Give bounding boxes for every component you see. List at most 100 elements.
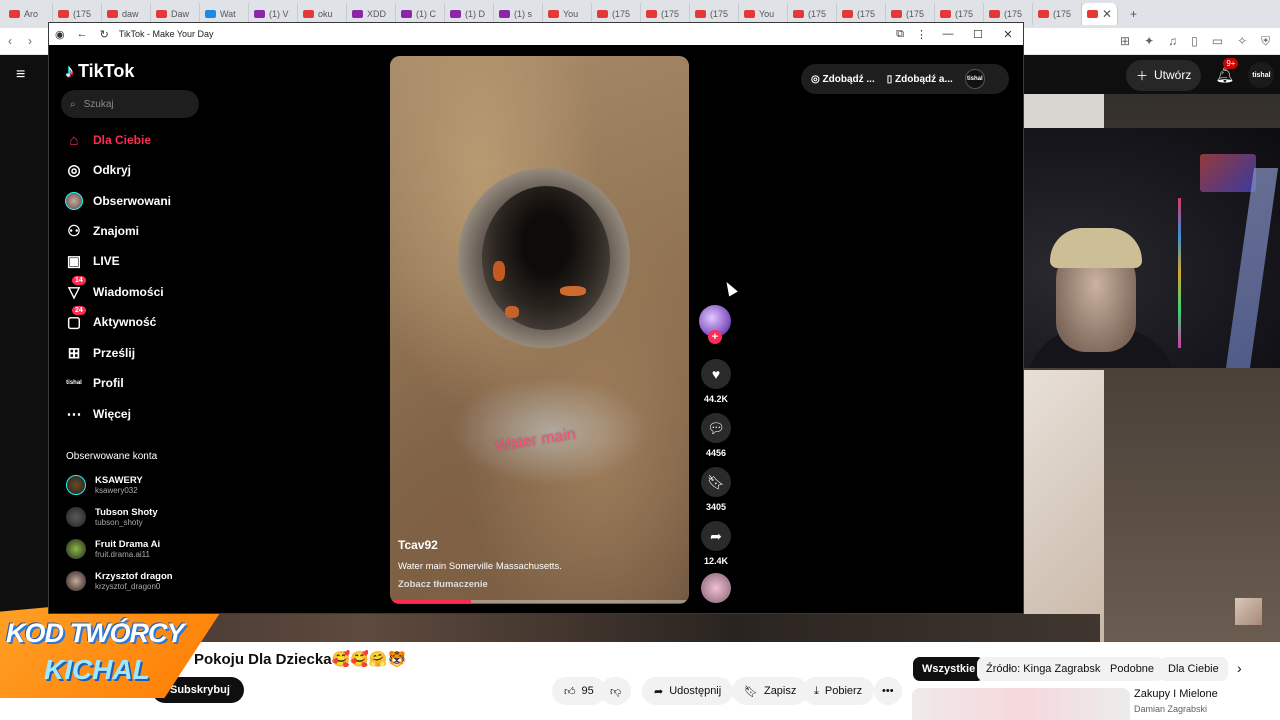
recommended-title[interactable]: Zakupy I Mielone bbox=[1134, 688, 1218, 700]
tab-label: (175 bbox=[1004, 9, 1023, 19]
browser-tab-active[interactable]: ✕ bbox=[1082, 3, 1118, 25]
followed-account[interactable]: Fruit Drama Ai fruit.drama.ai11 bbox=[66, 535, 160, 563]
tiktok-logo[interactable]: ♪ TikTok bbox=[65, 61, 134, 82]
back-icon[interactable]: ‹ bbox=[8, 34, 12, 48]
share-button[interactable]: ➦ Udostępnij bbox=[642, 677, 734, 705]
create-button[interactable]: ＋ Utwórz bbox=[1126, 59, 1202, 91]
notifications-button[interactable]: 🔔︎ 9+ bbox=[1215, 58, 1239, 84]
tiktok-top-actions: ◎ Zdobądź ... ▯ Zdobądź a... tishal bbox=[801, 64, 1009, 94]
close-button[interactable]: ✕ bbox=[993, 28, 1023, 41]
extension-icon[interactable]: ✦ bbox=[1144, 34, 1154, 49]
webcam-light-bar bbox=[1225, 168, 1279, 368]
share-count: 12.4K bbox=[703, 556, 729, 566]
account-avatar bbox=[66, 539, 86, 559]
nav-label: Wiadomości bbox=[93, 285, 164, 299]
heart-icon: ♥ bbox=[711, 366, 721, 382]
tab-label: (175 bbox=[73, 9, 92, 19]
filter-chip[interactable]: Wszystkie bbox=[913, 657, 985, 681]
kebab-menu-icon[interactable]: ⋮ bbox=[916, 28, 927, 41]
nav-item-live[interactable]: ▣ LIVE bbox=[65, 249, 120, 273]
rust-patch bbox=[493, 261, 505, 281]
browser-tab[interactable]: (175 bbox=[1033, 3, 1082, 25]
nav-item-more[interactable]: ⋯ Więcej bbox=[65, 402, 131, 426]
nav-label: Znajomi bbox=[93, 224, 140, 238]
download-button[interactable]: ⤓ Pobierz bbox=[802, 677, 875, 705]
wallet-icon[interactable]: ▭ bbox=[1212, 34, 1223, 49]
nav-item-activity[interactable]: ▢ 24 Aktywność bbox=[65, 306, 156, 334]
translate-icon[interactable]: ⊞ bbox=[1120, 34, 1130, 49]
music-disc[interactable] bbox=[701, 573, 731, 603]
tiktok-popup-window: ◉ ← ↻ TikTok - Make Your Day ⧉ ⋮ — ☐ ✕ ♪… bbox=[48, 22, 1024, 614]
browser-tab[interactable]: Aro bbox=[4, 3, 53, 25]
tab-favicon bbox=[205, 10, 216, 18]
favorite-button[interactable]: 🔖︎ bbox=[701, 467, 731, 497]
save-button[interactable]: 🔖︎ Zapisz bbox=[732, 677, 809, 705]
nav-item-messages[interactable]: ▽ 14 Wiadomości bbox=[65, 276, 164, 304]
back-arrow-icon[interactable]: ← bbox=[77, 28, 88, 40]
tab-favicon bbox=[548, 10, 559, 18]
extension-puzzle-icon[interactable]: ⧉ bbox=[896, 28, 904, 41]
hamburger-icon[interactable]: ≡ bbox=[16, 66, 25, 84]
shield-icon[interactable]: ⛨ bbox=[1261, 34, 1270, 49]
maximize-button[interactable]: ☐ bbox=[963, 28, 993, 41]
tab-label: (175 bbox=[857, 9, 876, 19]
tiktok-video[interactable]: Water main Tcav92 Water main Somerville … bbox=[390, 56, 689, 604]
tab-label: Wat bbox=[220, 9, 236, 19]
see-translation-link[interactable]: Zobacz tłumaczenie bbox=[398, 579, 488, 590]
account-avatar[interactable]: tishal bbox=[1248, 62, 1275, 88]
like-count: 44.2K bbox=[703, 394, 729, 404]
nav-label: Dla Ciebie bbox=[93, 133, 152, 147]
nav-item-upload[interactable]: ⊞ Prześlij bbox=[65, 341, 135, 365]
filter-chip[interactable]: Źródło: Kinga Zagrabska bbox=[977, 657, 1116, 681]
youtube-header-right: ＋ Utwórz 🔔︎ 9+ tishal bbox=[1024, 56, 1280, 94]
user-avatar[interactable]: tishal bbox=[964, 69, 985, 89]
like-button[interactable]: 👍︎ 95 bbox=[552, 677, 606, 705]
nav-item-compass[interactable]: ◎ Odkryj bbox=[65, 158, 131, 182]
more-actions-button[interactable]: ••• bbox=[874, 677, 902, 705]
followed-account[interactable]: KSAWERY ksawery032 bbox=[66, 471, 143, 499]
nav-item-followed-avatar[interactable]: Obserwowani bbox=[65, 189, 171, 213]
music-icon[interactable]: ♫ bbox=[1168, 34, 1177, 49]
sparkle-icon[interactable]: ✧ bbox=[1237, 34, 1247, 49]
close-tab-icon[interactable]: ✕ bbox=[1102, 7, 1112, 21]
video-progress-bar[interactable] bbox=[390, 600, 689, 603]
video-author[interactable]: Tcav92 bbox=[398, 538, 438, 552]
sidebar-icon[interactable]: ▯ bbox=[1191, 34, 1198, 49]
webcam-led-strip bbox=[1178, 198, 1181, 348]
share-button[interactable]: ➦ bbox=[701, 521, 731, 551]
get-coins-button[interactable]: ◎ Zdobądź ... bbox=[811, 74, 875, 85]
tab-favicon bbox=[156, 10, 167, 18]
chevron-right-icon[interactable]: › bbox=[1237, 660, 1242, 676]
share-arrow-icon: ➦ bbox=[710, 527, 722, 544]
followed-account[interactable]: Tubson Shoty tubson_shoty bbox=[66, 503, 158, 531]
get-app-button[interactable]: ▯ Zdobądź a... bbox=[887, 74, 953, 85]
like-button[interactable]: ♥ bbox=[701, 359, 731, 389]
small-thumbnail[interactable] bbox=[1235, 598, 1262, 625]
followed-account[interactable]: Krzysztof dragon krzysztof_dragon0 bbox=[66, 567, 173, 595]
minimize-button[interactable]: — bbox=[933, 28, 963, 40]
tiktok-logo-text: TikTok bbox=[78, 61, 135, 81]
thumbs-down-icon: 👎︎ bbox=[610, 685, 622, 698]
rust-patch bbox=[560, 286, 586, 296]
popup-titlebar: ◉ ← ↻ TikTok - Make Your Day ⧉ ⋮ — ☐ ✕ bbox=[49, 23, 1023, 45]
follow-plus-button[interactable]: + bbox=[708, 330, 722, 344]
new-tab-icon[interactable]: + bbox=[1130, 7, 1137, 21]
nav-item-profile[interactable]: tishal Profil bbox=[65, 371, 124, 395]
forward-icon[interactable]: › bbox=[28, 34, 32, 48]
rust-patch bbox=[505, 306, 519, 318]
reload-icon[interactable]: ↻ bbox=[100, 28, 109, 41]
search-input[interactable]: ⌕ Szukaj bbox=[61, 90, 199, 118]
recommended-channel[interactable]: Damian Zagrabski bbox=[1134, 704, 1207, 714]
comment-button[interactable]: 💬︎ bbox=[701, 413, 731, 443]
nav-item-friends[interactable]: ⚇ Znajomi bbox=[65, 219, 139, 243]
nav-item-home[interactable]: ⌂ Dla Ciebie bbox=[65, 128, 151, 152]
get-app-label: Zdobądź a... bbox=[895, 73, 953, 85]
filter-chip[interactable]: Dla Ciebie bbox=[1159, 657, 1228, 681]
video-frame-detail bbox=[1024, 370, 1104, 642]
dislike-button[interactable]: 👎︎ bbox=[600, 677, 632, 705]
video-progress-fill bbox=[390, 600, 471, 603]
recommended-thumbnail[interactable] bbox=[912, 688, 1130, 720]
friends-icon: ⚇ bbox=[67, 223, 81, 240]
download-icon: ⤓ bbox=[814, 684, 819, 697]
filter-chip[interactable]: Podobne bbox=[1101, 657, 1164, 681]
